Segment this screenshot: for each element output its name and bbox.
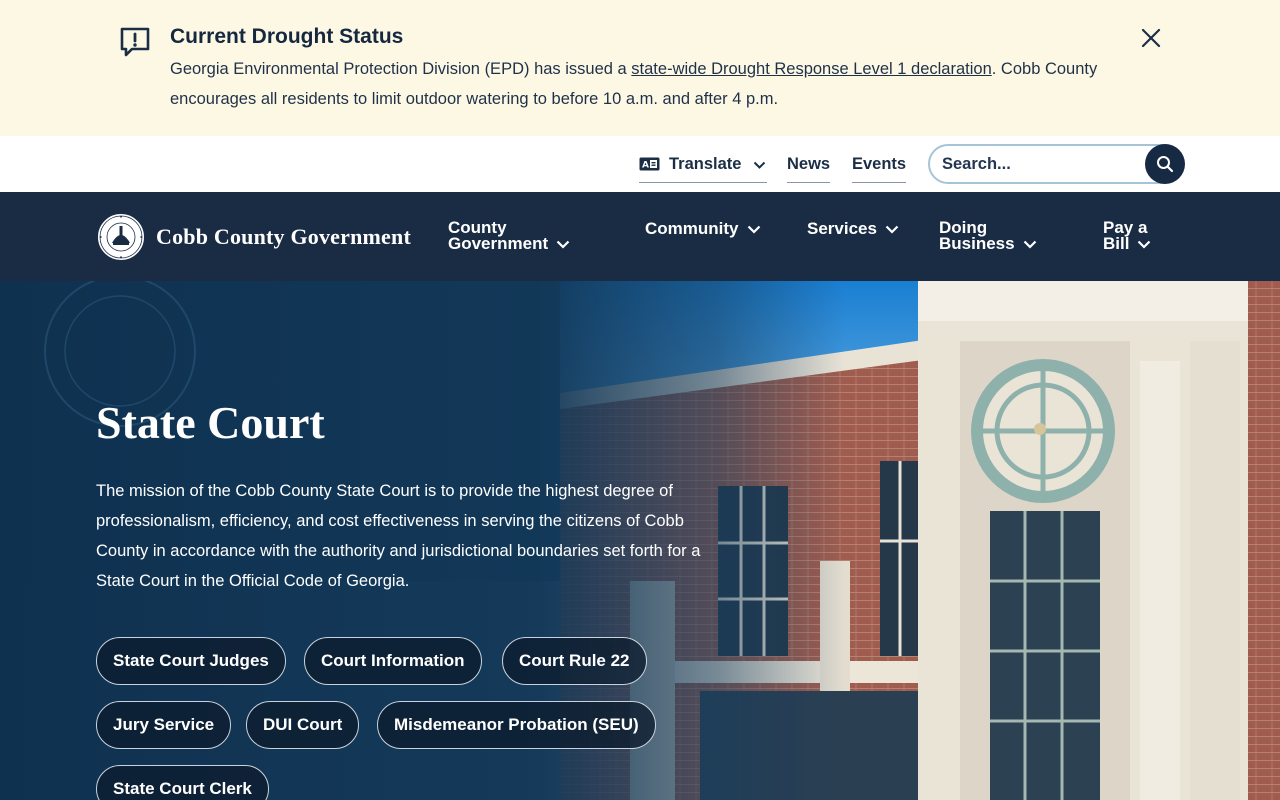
nav-county-government[interactable]: County Government [448, 219, 570, 253]
nav-doing-business[interactable]: Doing Business [939, 219, 1037, 253]
search-button[interactable] [1145, 144, 1185, 184]
nav-label-text: Bill [1103, 234, 1130, 253]
nav-label: Community [645, 219, 739, 238]
translate-dropdown[interactable]: A Translate [639, 153, 767, 183]
chevron-down-icon [885, 225, 899, 234]
utility-bar: A Translate News Events [0, 136, 1280, 192]
jury-service-button[interactable]: Jury Service [96, 701, 232, 749]
chevron-down-icon [747, 225, 760, 234]
nav-pay-a-bill[interactable]: Pay a Bill [1103, 219, 1151, 253]
search-input[interactable] [942, 153, 1137, 175]
nav-label-line2: Business [939, 234, 1037, 253]
hero-section: State Court The mission of the Cobb Coun… [0, 281, 1280, 800]
state-court-judges-button[interactable]: State Court Judges [96, 637, 286, 685]
news-link[interactable]: News [787, 153, 831, 183]
alert-message: Georgia Environmental Protection Divisio… [170, 54, 1145, 114]
hero-description: The mission of the Cobb County State Cou… [96, 482, 701, 590]
chevron-down-icon [1023, 240, 1036, 249]
chevron-down-icon [1138, 240, 1151, 249]
alert-title: Current Drought Status [170, 25, 404, 48]
nav-services[interactable]: Services [807, 219, 899, 238]
state-court-clerk-button[interactable]: State Court Clerk [96, 765, 269, 800]
nav-label: Services [807, 219, 877, 238]
search-icon [1157, 156, 1174, 173]
court-information-button[interactable]: Court Information [304, 637, 482, 685]
main-navigation: Cobb County Government County Government… [0, 192, 1280, 281]
county-seal-icon [97, 213, 145, 261]
close-icon[interactable] [1138, 25, 1164, 51]
nav-community[interactable]: Community [645, 219, 761, 238]
drought-declaration-link[interactable]: state-wide Drought Response Level 1 decl… [631, 60, 991, 78]
logo-text: Cobb County Government [156, 224, 411, 249]
alert-speech-bubble-icon [120, 27, 150, 57]
language-icon: A [639, 157, 660, 171]
nav-label-line2: Bill [1103, 234, 1151, 253]
page-title: State Court [96, 397, 325, 448]
nav-label-line2: Government [448, 234, 570, 253]
translate-label: Translate [669, 155, 742, 173]
drought-alert-banner: Current Drought Status Georgia Environme… [0, 0, 1280, 136]
svg-text:A: A [642, 161, 649, 171]
misdemeanor-probation-button[interactable]: Misdemeanor Probation (SEU) [377, 701, 656, 749]
events-link[interactable]: Events [852, 153, 907, 183]
court-rule-22-button[interactable]: Court Rule 22 [502, 637, 647, 685]
chevron-down-icon [556, 240, 570, 249]
alert-text-before: Georgia Environmental Protection Divisio… [170, 60, 632, 78]
nav-label-text: Government [448, 234, 549, 253]
site-logo[interactable]: Cobb County Government [96, 212, 411, 262]
nav-label-text: Business [939, 234, 1015, 253]
search-box [928, 144, 1185, 184]
dui-court-button[interactable]: DUI Court [246, 701, 360, 749]
chevron-down-icon [754, 161, 766, 169]
